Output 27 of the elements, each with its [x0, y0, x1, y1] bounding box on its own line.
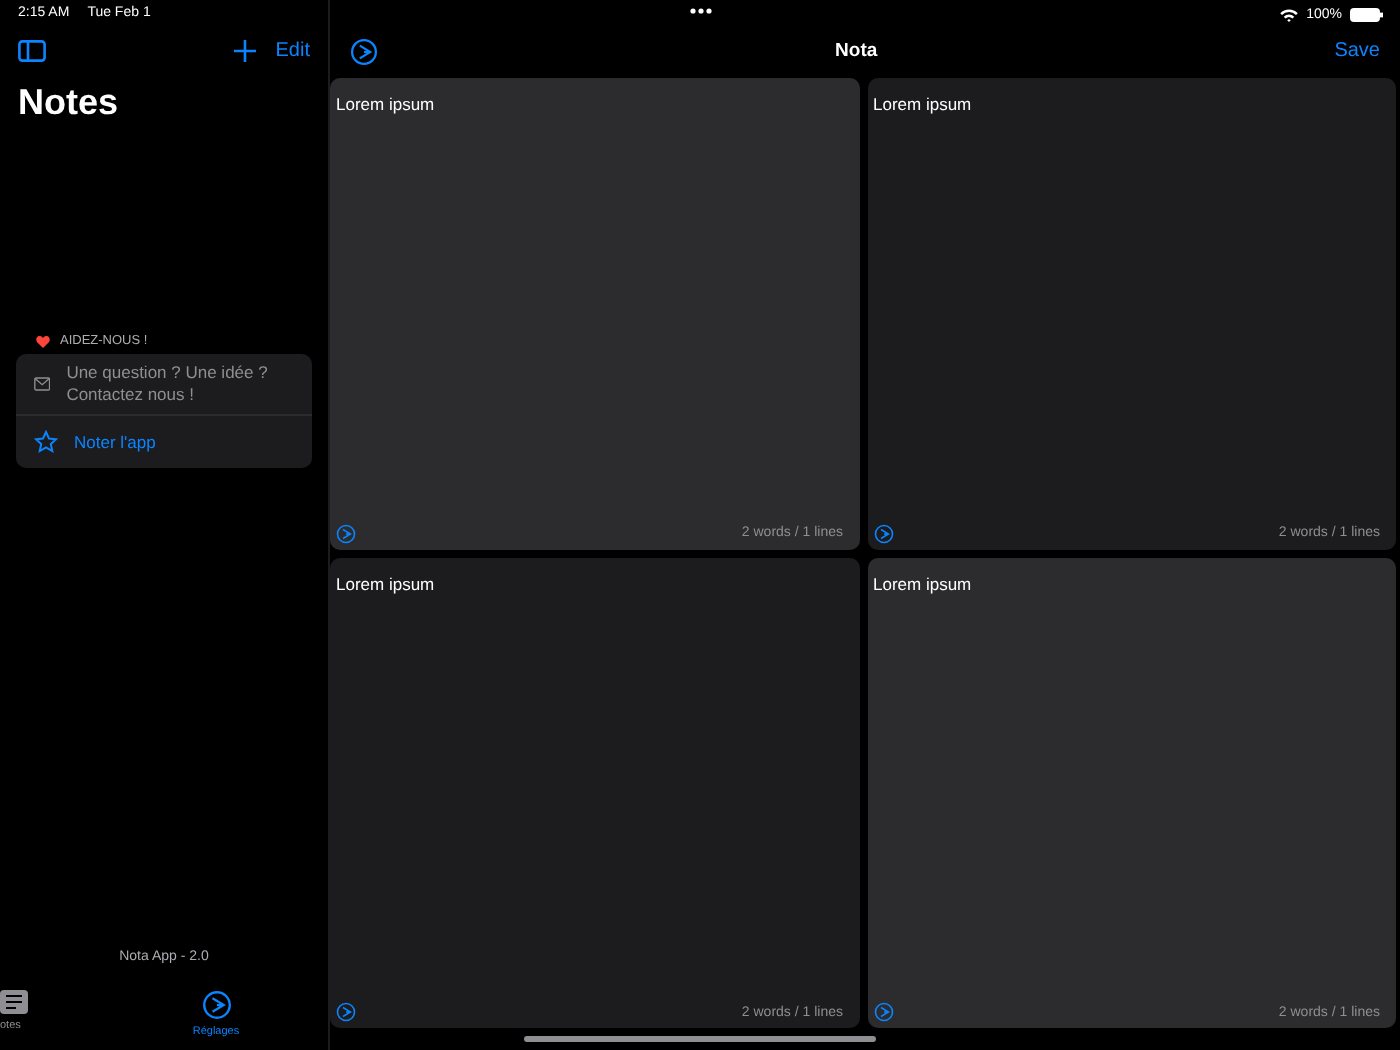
notes-title: Notes	[18, 82, 121, 124]
help-label: Noter l'app	[74, 431, 156, 453]
edit-button[interactable]: Edit	[275, 40, 310, 62]
envelope-icon	[34, 374, 51, 394]
note-text: Lorem ipsum	[336, 94, 437, 114]
note-text: Lorem ipsum	[336, 573, 437, 593]
help-row[interactable]: Noter l'app	[16, 414, 312, 468]
play-circle-icon[interactable]	[336, 1002, 356, 1022]
play-circle-icon[interactable]	[873, 1002, 893, 1022]
heart-icon	[36, 335, 50, 347]
add-icon[interactable]	[233, 40, 256, 62]
play-circle-icon[interactable]	[873, 523, 893, 543]
battery-icon	[1350, 7, 1384, 21]
play-circle-icon[interactable]	[350, 37, 378, 65]
wifi-icon	[1280, 7, 1299, 21]
text-list-icon	[0, 990, 28, 1014]
multitask-dots-icon[interactable]	[690, 8, 712, 14]
save-button[interactable]: Save	[1334, 40, 1380, 62]
help-label: Une question ? Une idée ? Contactez nous !	[66, 362, 270, 406]
star-icon	[34, 430, 58, 454]
play-circle-icon[interactable]	[336, 523, 356, 543]
note-text: Lorem ipsum	[873, 94, 974, 114]
help-row[interactable]: Une question ? Une idée ? Contactez nous !	[16, 354, 312, 414]
note-text: Lorem ipsum	[873, 573, 974, 593]
play-circle-icon[interactable]	[201, 990, 231, 1020]
note-title: Nota	[835, 40, 878, 62]
sidebar-toggle-icon[interactable]	[18, 40, 46, 62]
